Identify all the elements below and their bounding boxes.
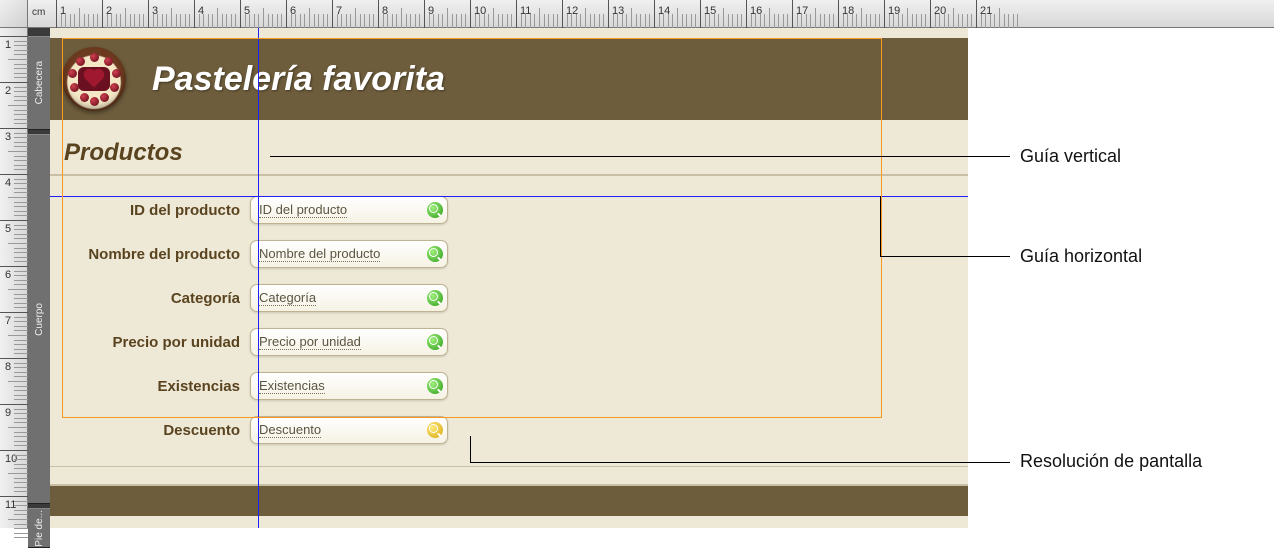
layout-canvas[interactable]: Pastelería favorita Productos ID del pro… bbox=[50, 28, 968, 528]
callout-resolucion: Resolución de pantalla bbox=[1020, 450, 1202, 473]
field-control[interactable]: Nombre del producto bbox=[250, 240, 448, 268]
field-label[interactable]: Existencias bbox=[50, 378, 250, 395]
field-placeholder: Descuento bbox=[259, 422, 321, 438]
callout-guia-horizontal: Guía horizontal bbox=[1020, 246, 1142, 267]
v-ruler-label: 9 bbox=[5, 407, 11, 419]
callout-guia-vertical: Guía vertical bbox=[1020, 146, 1121, 167]
lookup-icon[interactable] bbox=[427, 290, 443, 306]
field-label[interactable]: ID del producto bbox=[50, 202, 250, 219]
field-row: Existencias Existencias bbox=[50, 364, 968, 408]
field-placeholder: ID del producto bbox=[259, 202, 347, 218]
horizontal-ruler[interactable]: cm 123456789101112131415161718192021 bbox=[28, 0, 1274, 28]
lookup-icon[interactable] bbox=[427, 378, 443, 394]
section-tab-cabecera[interactable]: Cabecera bbox=[28, 36, 50, 130]
section-tab-pie[interactable]: Pie de... bbox=[28, 508, 50, 548]
lookup-icon[interactable] bbox=[427, 334, 443, 350]
field-row: Descuento Descuento bbox=[50, 408, 968, 452]
field-control[interactable]: Descuento bbox=[250, 416, 448, 444]
field-label[interactable]: Categoría bbox=[50, 290, 250, 307]
layout-title[interactable]: Pastelería favorita bbox=[152, 60, 445, 99]
field-row: Categoría Categoría bbox=[50, 276, 968, 320]
v-ruler-label: 1 bbox=[5, 39, 11, 51]
field-label[interactable]: Descuento bbox=[50, 422, 250, 439]
vertical-ruler[interactable]: 1234567891011 bbox=[0, 28, 28, 528]
field-placeholder: Existencias bbox=[259, 378, 325, 394]
section-strip: Cabecera Cuerpo Pie de... bbox=[28, 28, 50, 528]
field-control[interactable]: ID del producto bbox=[250, 196, 448, 224]
fields-container: ID del producto ID del producto Nombre del… bbox=[50, 188, 968, 452]
field-control[interactable]: Existencias bbox=[250, 372, 448, 400]
subheader-title[interactable]: Productos bbox=[64, 139, 183, 167]
footer-gap bbox=[50, 466, 968, 482]
v-ruler-label: 3 bbox=[5, 131, 11, 143]
field-control[interactable]: Categoría bbox=[250, 284, 448, 312]
v-ruler-label: 8 bbox=[5, 361, 11, 373]
logo-icon[interactable] bbox=[62, 47, 126, 111]
lookup-icon[interactable] bbox=[427, 422, 443, 438]
v-ruler-label: 2 bbox=[5, 85, 11, 97]
layout-footer[interactable] bbox=[50, 484, 968, 516]
lookup-icon[interactable] bbox=[427, 202, 443, 218]
v-ruler-label: 4 bbox=[5, 177, 11, 189]
v-ruler-label: 7 bbox=[5, 315, 11, 327]
field-row: Precio por unidad Precio por unidad bbox=[50, 320, 968, 364]
horizontal-guide[interactable] bbox=[50, 196, 968, 197]
layout-header[interactable]: Pastelería favorita bbox=[50, 38, 968, 120]
field-control[interactable]: Precio por unidad bbox=[250, 328, 448, 356]
field-label[interactable]: Nombre del producto bbox=[50, 246, 250, 263]
ruler-corner bbox=[0, 0, 28, 28]
field-placeholder: Nombre del producto bbox=[259, 246, 380, 262]
ruler-unit-label: cm bbox=[32, 7, 45, 18]
field-placeholder: Precio por unidad bbox=[259, 334, 361, 350]
field-row: ID del producto ID del producto bbox=[50, 188, 968, 232]
lookup-icon[interactable] bbox=[427, 246, 443, 262]
layout-subheader[interactable]: Productos bbox=[50, 132, 968, 176]
field-row: Nombre del producto Nombre del producto bbox=[50, 232, 968, 276]
field-placeholder: Categoría bbox=[259, 290, 316, 306]
field-label[interactable]: Precio por unidad bbox=[50, 334, 250, 351]
v-ruler-label: 5 bbox=[5, 223, 11, 235]
vertical-guide[interactable] bbox=[258, 28, 259, 528]
section-tab-cuerpo[interactable]: Cuerpo bbox=[28, 134, 50, 504]
v-ruler-label: 6 bbox=[5, 269, 11, 281]
